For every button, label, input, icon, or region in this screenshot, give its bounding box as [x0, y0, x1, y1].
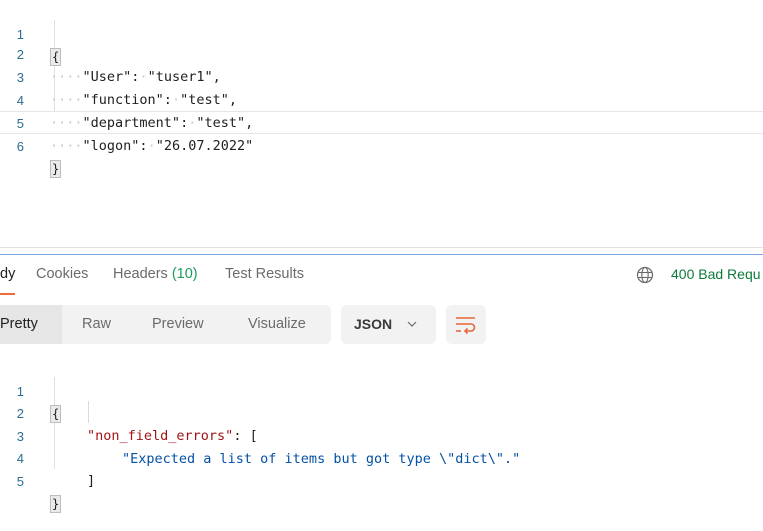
close-brace: } [50, 160, 62, 178]
json-value: "26.07.2022" [155, 138, 254, 154]
json-key: "logon" [82, 138, 140, 154]
tab-test-results[interactable]: Test Results [225, 266, 304, 282]
code-line: 1 { [0, 357, 763, 423]
chevron-down-icon [407, 321, 417, 327]
wrap-lines-button[interactable] [446, 305, 486, 344]
code-line: 3 "Expected a list of items but got type… [0, 402, 763, 467]
tab-headers-label: Headers [113, 266, 168, 282]
view-mode-preview[interactable]: Preview [152, 305, 204, 344]
globe-icon[interactable] [636, 266, 654, 284]
response-status[interactable]: 400 Bad Requ [671, 266, 761, 282]
view-mode-raw[interactable]: Raw [82, 305, 111, 344]
code-line: 2 "non_field_errors": [ [0, 379, 763, 444]
active-tab-indicator [0, 293, 15, 295]
tab-cookies[interactable]: Cookies [36, 266, 88, 282]
pane-divider[interactable] [0, 247, 763, 248]
line-number: 5 [16, 474, 24, 489]
response-body-viewer[interactable]: 1 { 2 "non_field_errors": [ 3 "Expected … [0, 357, 763, 531]
line-number: 6 [16, 139, 24, 154]
code-line: 4 ] [0, 424, 763, 489]
code-line-active: 6 } [0, 111, 763, 178]
indent-whitespace: ···· [50, 138, 83, 154]
colon: : [139, 138, 148, 154]
headers-count: (10) [171, 266, 198, 282]
code-line: 3 ····"function":·"test", [0, 43, 763, 108]
view-mode-pretty[interactable]: Pretty [0, 305, 62, 344]
format-label: JSON [354, 316, 393, 332]
wrap-lines-icon [456, 317, 476, 335]
space-marker: · [147, 138, 156, 154]
code-line: 5 ····"logon":·"26.07.2022" [0, 89, 763, 154]
close-bracket: ] [87, 473, 96, 489]
request-body-editor[interactable]: 1 { 2 ····"User":·"tuser1", 3 ····"funct… [0, 0, 763, 245]
tab-headers[interactable]: Headers (10) [113, 266, 198, 282]
close-brace: } [50, 495, 62, 513]
code-line: 2 ····"User":·"tuser1", [0, 20, 763, 85]
format-dropdown[interactable]: JSON [341, 305, 436, 344]
view-mode-visualize[interactable]: Visualize [248, 305, 306, 344]
code-line: 5 } [0, 447, 763, 513]
code-line: 4 ····"department":·"test", [0, 66, 763, 131]
tab-body[interactable]: dy [0, 266, 15, 282]
view-mode-selector: Pretty Raw Preview Visualize [0, 305, 331, 344]
